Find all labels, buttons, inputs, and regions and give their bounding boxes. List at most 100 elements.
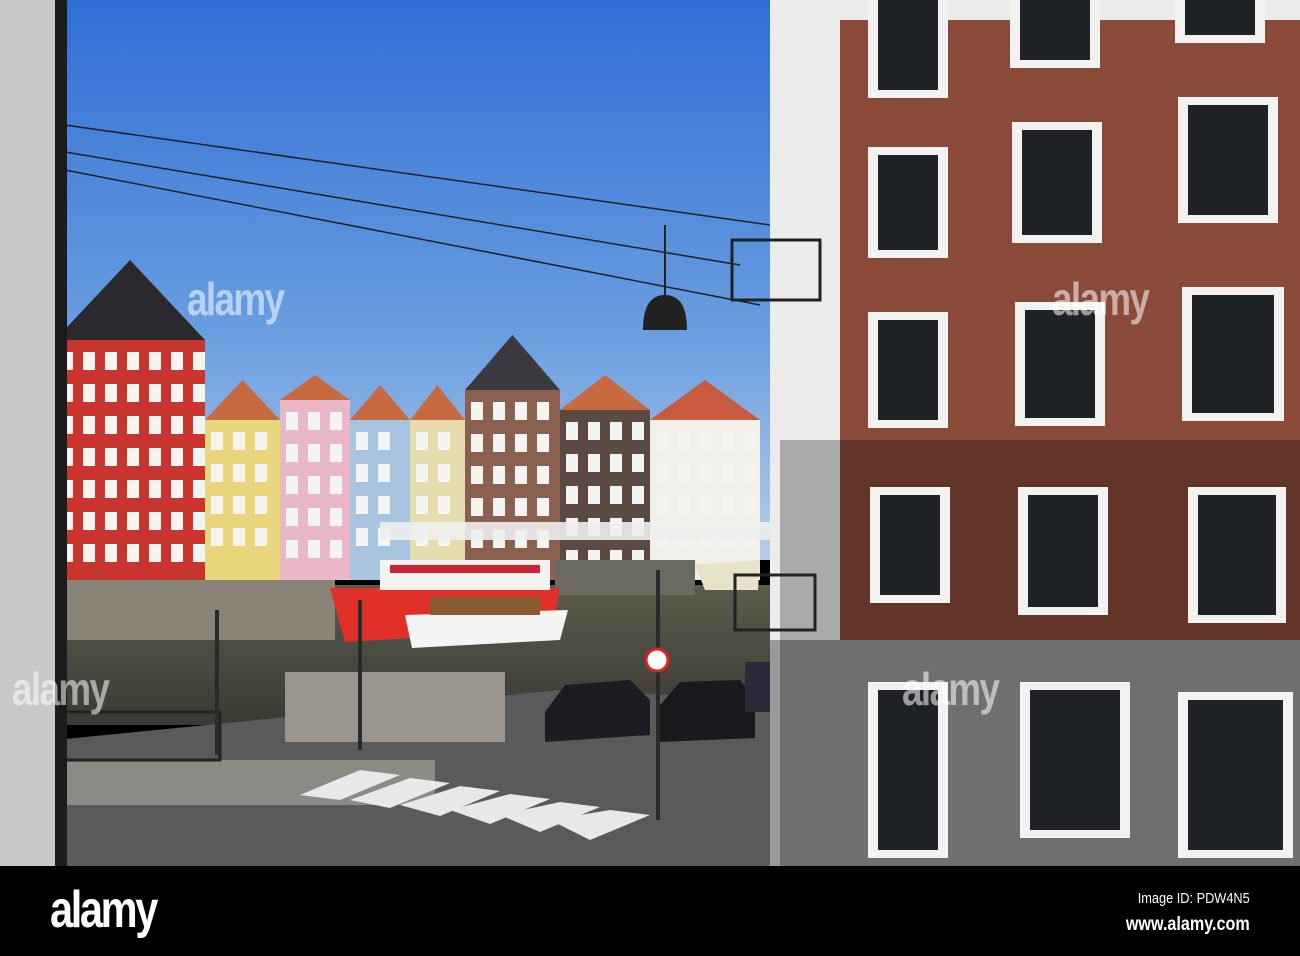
building-window: [1025, 310, 1095, 418]
building-window: [878, 320, 938, 420]
bridge-wall: [285, 672, 505, 742]
building-window: [1192, 295, 1274, 413]
house-window: [416, 464, 428, 482]
house-window: [193, 480, 205, 498]
building-window: [1198, 495, 1276, 615]
house-window: [83, 544, 95, 562]
house-window: [171, 384, 183, 402]
nyhavn-street-scene: [0, 0, 1300, 866]
house-window: [378, 496, 390, 514]
house-window: [471, 402, 483, 420]
watermark-overlay: alamy: [902, 663, 1000, 715]
building-window: [1020, 0, 1090, 60]
house-window: [610, 454, 622, 472]
quay-left: [55, 580, 335, 640]
house-window: [656, 464, 668, 482]
house-window: [566, 486, 578, 504]
house-window: [255, 528, 267, 546]
house-window: [588, 454, 600, 472]
house-window: [515, 434, 527, 452]
house-window: [149, 448, 161, 466]
house-window: [493, 498, 505, 516]
house-window: [149, 480, 161, 498]
house-window: [356, 528, 368, 546]
house-window: [330, 444, 342, 462]
watermark-overlay: alamy: [187, 273, 285, 325]
house-window: [515, 402, 527, 420]
watermark-overlay: alamy: [12, 663, 110, 715]
house-window: [255, 464, 267, 482]
building-window: [1028, 495, 1098, 607]
house-window: [566, 454, 578, 472]
window-frame-edge: [55, 0, 67, 866]
house-window: [308, 508, 320, 526]
awnings: [380, 522, 770, 540]
house-window: [471, 434, 483, 452]
website-link: www.alamy.com: [1126, 914, 1250, 935]
house-window: [127, 480, 139, 498]
building-window: [1188, 105, 1268, 215]
house-window: [588, 486, 600, 504]
house-window: [537, 402, 549, 420]
house-window: [193, 512, 205, 530]
house-window: [255, 496, 267, 514]
house-window: [149, 544, 161, 562]
watermark-bar: alamy Image ID: PDW4N5 www.alamy.com: [0, 866, 1300, 956]
house-window: [211, 528, 223, 546]
house-window: [537, 434, 549, 452]
house-window: [308, 540, 320, 558]
house-window: [105, 416, 117, 434]
house-window: [193, 448, 205, 466]
house-window: [656, 496, 668, 514]
house-window: [105, 544, 117, 562]
house-window: [171, 448, 183, 466]
house-window: [438, 496, 450, 514]
house-window: [83, 512, 95, 530]
alamy-logo: alamy: [50, 881, 158, 939]
house-window: [378, 432, 390, 450]
house-window: [286, 476, 298, 494]
house-window: [700, 464, 712, 482]
house-window: [744, 464, 756, 482]
house-window: [127, 352, 139, 370]
house-window: [493, 434, 505, 452]
house-window: [356, 432, 368, 450]
house-window: [330, 412, 342, 430]
house-window: [171, 352, 183, 370]
house-window: [356, 464, 368, 482]
house-window: [233, 496, 245, 514]
house-window: [632, 486, 644, 504]
house-window: [83, 352, 95, 370]
house-window: [149, 384, 161, 402]
house-window: [105, 512, 117, 530]
house-window: [149, 416, 161, 434]
building-window: [1022, 130, 1092, 235]
house-window: [286, 540, 298, 558]
house-window: [286, 444, 298, 462]
house-window: [438, 432, 450, 450]
house-window: [471, 466, 483, 484]
house-window: [193, 544, 205, 562]
building-window: [1188, 700, 1283, 850]
house-window: [700, 432, 712, 450]
house-window: [356, 496, 368, 514]
no-entry-sign: [644, 647, 670, 673]
house-window: [678, 464, 690, 482]
house-window: [722, 496, 734, 514]
quay-right: [555, 560, 695, 595]
house-window: [744, 496, 756, 514]
house-window: [515, 498, 527, 516]
corner-building: [730, 0, 1300, 866]
house-window: [471, 498, 483, 516]
house-window: [286, 508, 298, 526]
house-window: [416, 496, 428, 514]
house-window: [416, 432, 428, 450]
house-window: [378, 464, 390, 482]
image-id: Image ID: PDW4N5: [1138, 890, 1250, 907]
house-window: [83, 416, 95, 434]
building-window: [1185, 0, 1255, 35]
house-window: [493, 402, 505, 420]
house-window: [308, 412, 320, 430]
house-window: [171, 416, 183, 434]
house-window: [744, 432, 756, 450]
